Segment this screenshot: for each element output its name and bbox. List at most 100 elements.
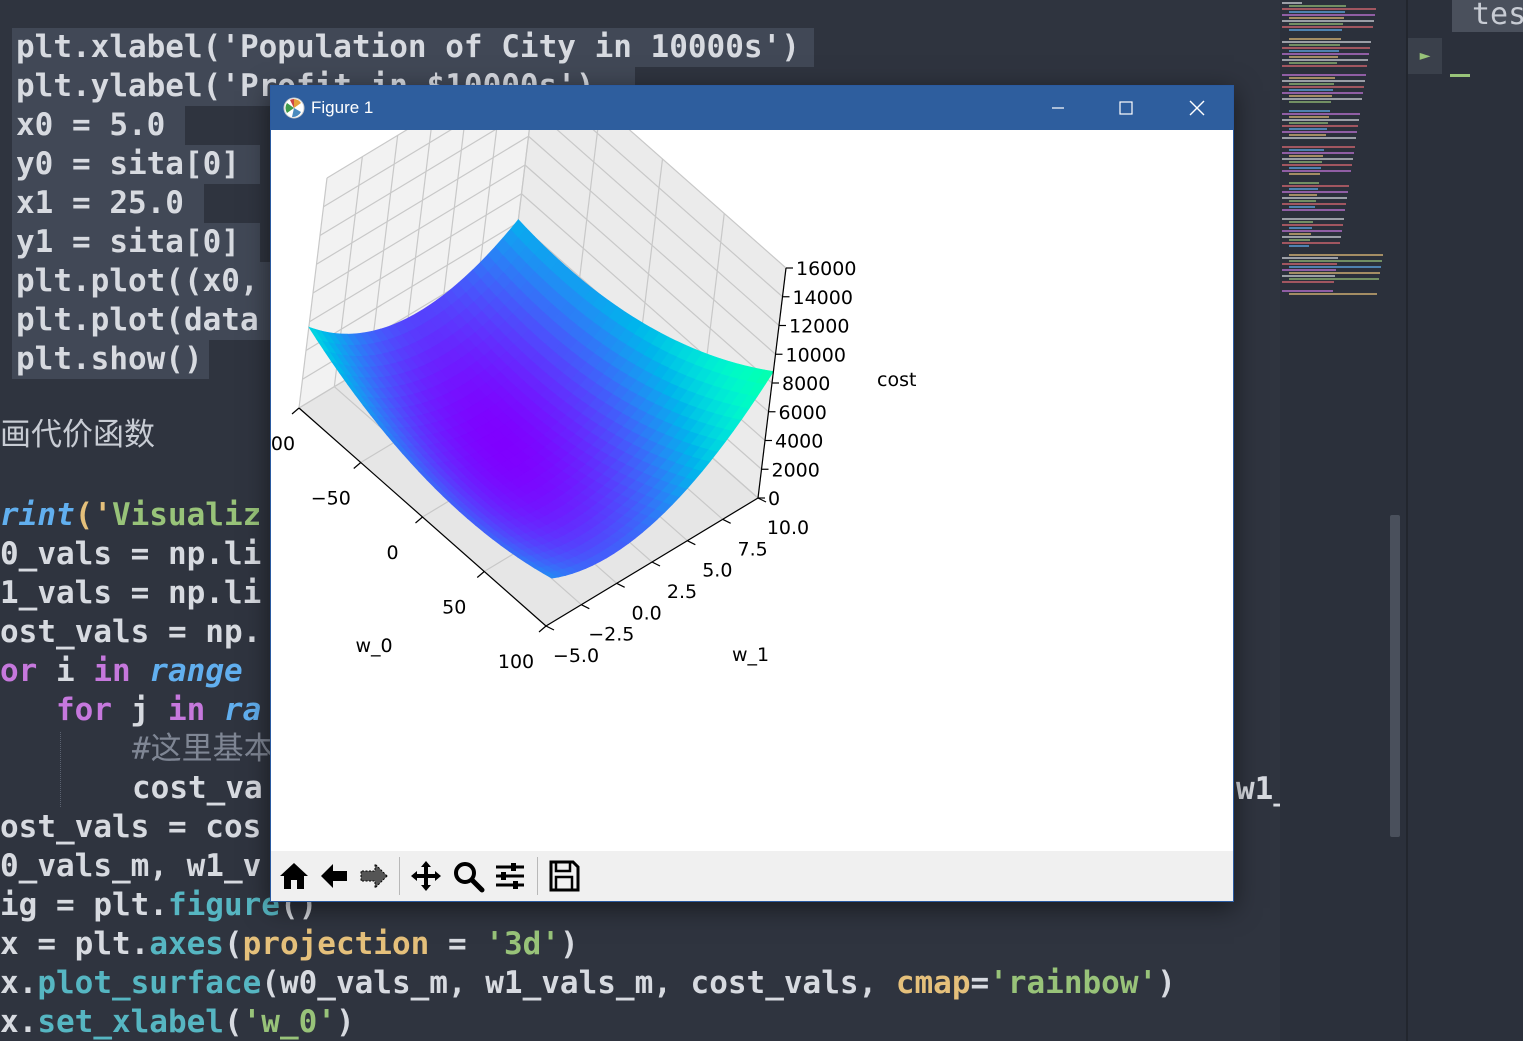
maximize-button[interactable] (1092, 86, 1162, 130)
comment-line: #这里基本 (132, 731, 275, 767)
scrollbar-thumb[interactable] (1390, 515, 1400, 837)
zoom-icon[interactable] (451, 859, 485, 893)
y-tick-label: −2.5 (588, 624, 634, 646)
minimap[interactable] (1280, 0, 1390, 1041)
minimap-line (1289, 44, 1340, 46)
minimap-line (1282, 119, 1359, 121)
minimap-line (1289, 182, 1319, 184)
window-titlebar[interactable]: Figure 1 (271, 86, 1233, 130)
minimap-line (1289, 5, 1346, 7)
forward-icon[interactable] (357, 859, 391, 893)
minimap-line (1282, 230, 1342, 232)
minimap-line (1289, 173, 1320, 175)
minimap-line (1289, 83, 1334, 85)
minimap-line (1282, 152, 1354, 154)
side-panel: tes ► (1406, 0, 1523, 1041)
toolbar-separator (537, 857, 538, 895)
minimap-line (1282, 185, 1349, 187)
minimap-line (1282, 203, 1346, 205)
code-line: x0 = 5.0 (12, 106, 186, 145)
matplotlib-icon (283, 97, 305, 119)
y-tick-label: 2.5 (667, 581, 697, 603)
y-tick (545, 625, 555, 631)
minimap-line (1282, 41, 1371, 43)
code-line: or i in range (0, 653, 243, 689)
text-cursor (1450, 74, 1470, 77)
comment-line: 画代价函数 (0, 417, 155, 453)
y-tick (581, 604, 590, 610)
minimap-line (1289, 233, 1311, 235)
minimap-line (1289, 272, 1380, 274)
x-axis-label: w_0 (356, 635, 393, 657)
minimap-line (1282, 125, 1358, 127)
minimap-line (1289, 200, 1316, 202)
run-arrow-icon[interactable]: ► (1408, 38, 1442, 74)
window-title: Figure 1 (311, 98, 374, 117)
tab-tes[interactable]: tes (1452, 0, 1523, 32)
code-fragment: w1_ (1236, 771, 1280, 807)
minimap-line (1289, 227, 1312, 229)
minimap-line (1289, 293, 1377, 295)
y-tick-label: 5.0 (702, 560, 732, 582)
minimap-line (1282, 275, 1335, 277)
code-line: x.set_xlabel('w_0') (0, 1004, 355, 1040)
minimap-line (1289, 56, 1338, 58)
code-line: ost_vals = cos (0, 809, 262, 845)
minimap-line (1289, 89, 1333, 91)
minimap-line (1289, 161, 1322, 163)
z-tick-label: 8000 (782, 373, 830, 395)
back-icon[interactable] (317, 859, 351, 893)
y-tick-label: 0.0 (632, 602, 662, 624)
code-line: plt.xlabel('Population of City in 10000s… (12, 28, 814, 67)
minimap-line (1289, 128, 1327, 130)
minimap-line (1282, 236, 1341, 238)
minimap-line (1289, 155, 1323, 157)
y-tick (722, 518, 731, 524)
minimap-line (1282, 92, 1363, 94)
minimap-line (1282, 224, 1343, 226)
minimap-line (1282, 65, 1367, 67)
z-tick-label: 0 (768, 488, 780, 510)
editor-scrollbar[interactable] (1390, 0, 1404, 1041)
code-line: cost_va (132, 770, 263, 806)
minimap-line (1289, 50, 1339, 52)
code-line: x1 = 25.0 (12, 184, 204, 223)
code-line: 0_vals = np.li (0, 536, 262, 572)
close-button[interactable] (1162, 86, 1232, 130)
minimap-line (1282, 2, 1302, 4)
maximize-icon (1119, 101, 1133, 115)
minimap-line (1289, 95, 1332, 97)
minimize-button[interactable] (1022, 86, 1092, 130)
x-tick (353, 462, 362, 469)
minimap-line (1289, 110, 1330, 112)
minimap-line (1282, 290, 1333, 292)
surface-plot[interactable]: −100 −50 0 50 100 −5.0−2.50.02.55.0 7.510.0 0 20… (243, 48, 1233, 850)
minimap-line (1289, 194, 1317, 196)
z-tick-label: 10000 (786, 344, 846, 366)
z-tick-label: 4000 (775, 431, 823, 453)
minimap-line (1289, 122, 1328, 124)
home-icon[interactable] (277, 859, 311, 893)
pan-icon[interactable] (409, 859, 443, 893)
x-tick (415, 516, 423, 524)
x-tick-label: 100 (498, 651, 534, 673)
y-axis-label: w_1 (732, 644, 769, 666)
minimap-line (1282, 269, 1336, 271)
plot-canvas[interactable]: −100 −50 0 50 100 −5.0−2.50.02.55.0 7.510.0 0 20… (243, 48, 1233, 850)
minimap-line (1289, 101, 1331, 103)
minimap-line (1282, 59, 1368, 61)
y-tick-label: 10.0 (767, 517, 809, 539)
x-tick (476, 571, 485, 578)
minimap-line (1282, 209, 1345, 211)
save-icon[interactable] (547, 859, 581, 893)
minimap-line (1282, 98, 1362, 100)
minimap-line (1282, 74, 1366, 76)
configure-subplots-icon[interactable] (493, 859, 527, 893)
z-tick-label: 16000 (796, 258, 856, 280)
x-tick (291, 407, 300, 415)
figure-toolbar (271, 851, 1233, 901)
figure-window[interactable]: Figure 1 −100 −50 0 50 100 −5.0−2.50.02.55.0 7… (243, 48, 1234, 902)
y-tick-label: −5.0 (553, 645, 599, 667)
x-tick-label: 50 (442, 597, 466, 619)
minimap-line (1282, 197, 1347, 199)
